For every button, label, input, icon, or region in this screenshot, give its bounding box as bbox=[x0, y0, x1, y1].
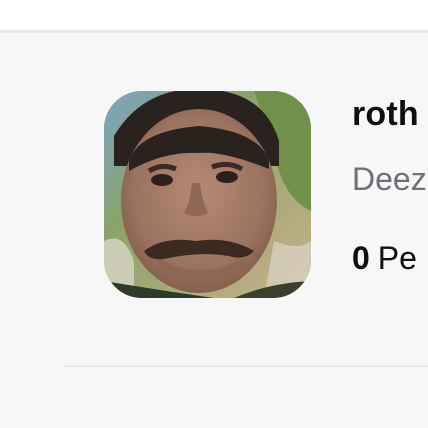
profile-page: roth Deez 0 Pe bbox=[0, 33, 428, 428]
fans-count-line[interactable]: 0 Pe bbox=[352, 240, 417, 277]
fans-count: 0 bbox=[352, 240, 370, 276]
top-bar bbox=[0, 0, 428, 30]
avatar[interactable] bbox=[104, 91, 311, 298]
profile-photo-icon bbox=[104, 91, 311, 298]
section-divider bbox=[64, 365, 428, 367]
fans-label: Pe bbox=[377, 240, 417, 276]
artist-name[interactable]: roth bbox=[352, 95, 419, 134]
profile-header: roth Deez 0 Pe bbox=[0, 33, 428, 393]
artist-subtitle: Deez bbox=[352, 161, 427, 197]
